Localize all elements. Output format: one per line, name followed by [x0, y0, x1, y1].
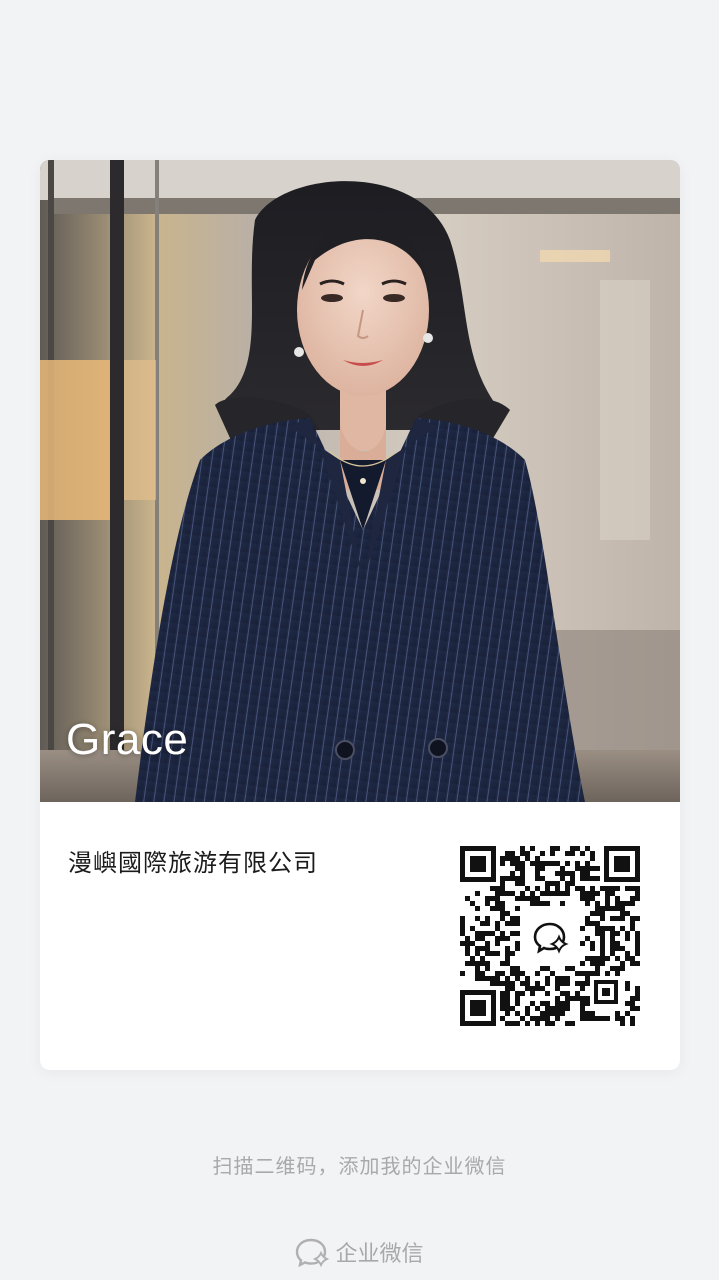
- company-name: 漫嶼國際旅游有限公司: [68, 849, 318, 877]
- qr-code-graphic: [460, 846, 640, 1026]
- profile-photo: Grace: [40, 160, 680, 802]
- business-card: Grace 漫嶼國際旅游有限公司: [40, 160, 680, 1070]
- brand-footer: 企业微信: [0, 1236, 719, 1268]
- contact-name: Grace: [66, 715, 189, 764]
- portrait-illustration: [40, 160, 680, 802]
- scan-hint-text: 扫描二维码，添加我的企业微信: [212, 1154, 507, 1178]
- wecom-icon: [295, 1237, 330, 1267]
- qr-code[interactable]: [460, 846, 640, 1026]
- brand-label: 企业微信: [335, 1242, 424, 1267]
